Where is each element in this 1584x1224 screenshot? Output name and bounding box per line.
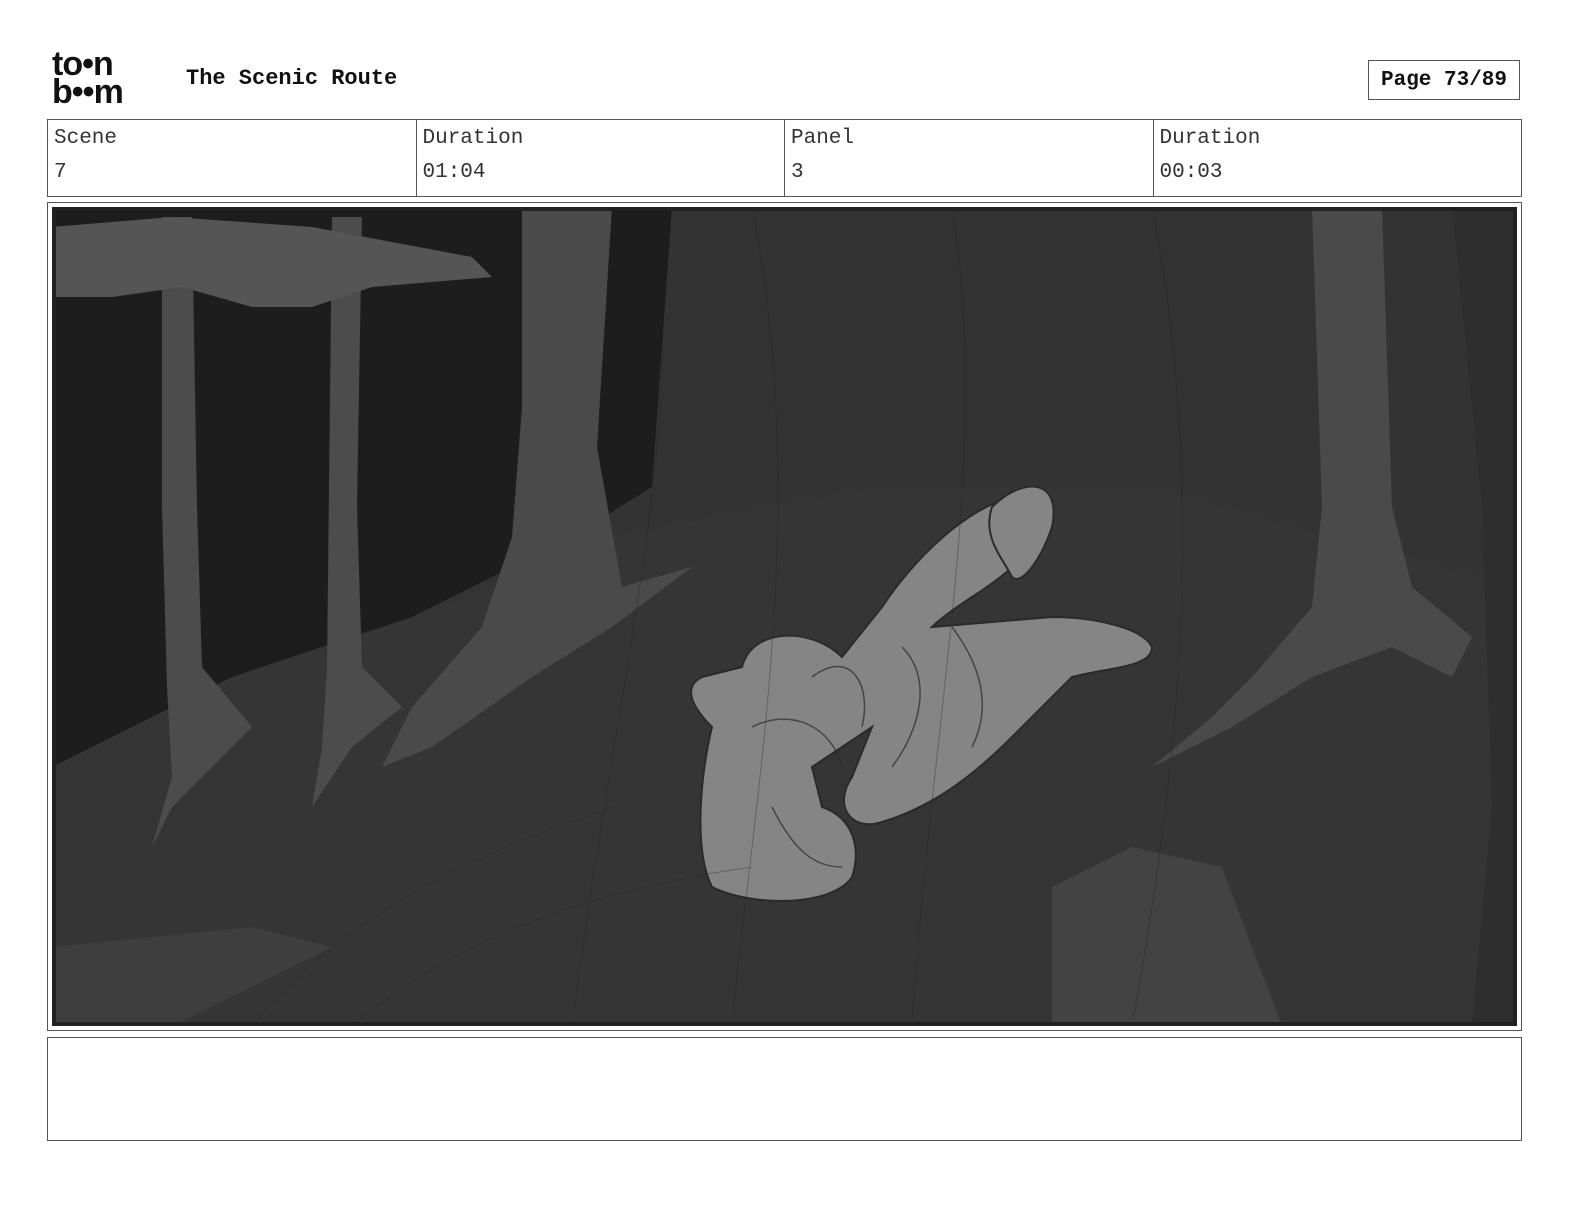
scene-duration-cell: Duration 01:04 xyxy=(417,120,785,196)
logo-line-2: b••m xyxy=(52,73,124,111)
scene-cell: Scene 7 xyxy=(48,120,417,196)
scene-value: 7 xyxy=(54,161,67,184)
panel-label: Panel xyxy=(791,127,855,150)
panel-drawing xyxy=(52,207,1517,1026)
panel-duration-value: 00:03 xyxy=(1159,161,1223,184)
panel-value: 3 xyxy=(791,161,804,184)
toonboom-logo: to•n b••m xyxy=(52,47,164,112)
panel-duration-cell: Duration 00:03 xyxy=(1154,120,1522,196)
project-title: The Scenic Route xyxy=(186,66,398,91)
panel-duration-label: Duration xyxy=(1159,127,1261,150)
page-number: Page 73/89 xyxy=(1368,60,1520,100)
panel-cell: Panel 3 xyxy=(785,120,1154,196)
scene-duration-value: 01:04 xyxy=(422,161,486,184)
scene-label: Scene xyxy=(54,127,118,150)
storyboard-panel xyxy=(47,202,1522,1031)
panel-notes-box[interactable] xyxy=(47,1037,1522,1141)
panel-info-table: Scene 7 Duration 01:04 Panel 3 Duration … xyxy=(47,119,1522,197)
scene-duration-label: Duration xyxy=(422,127,524,150)
